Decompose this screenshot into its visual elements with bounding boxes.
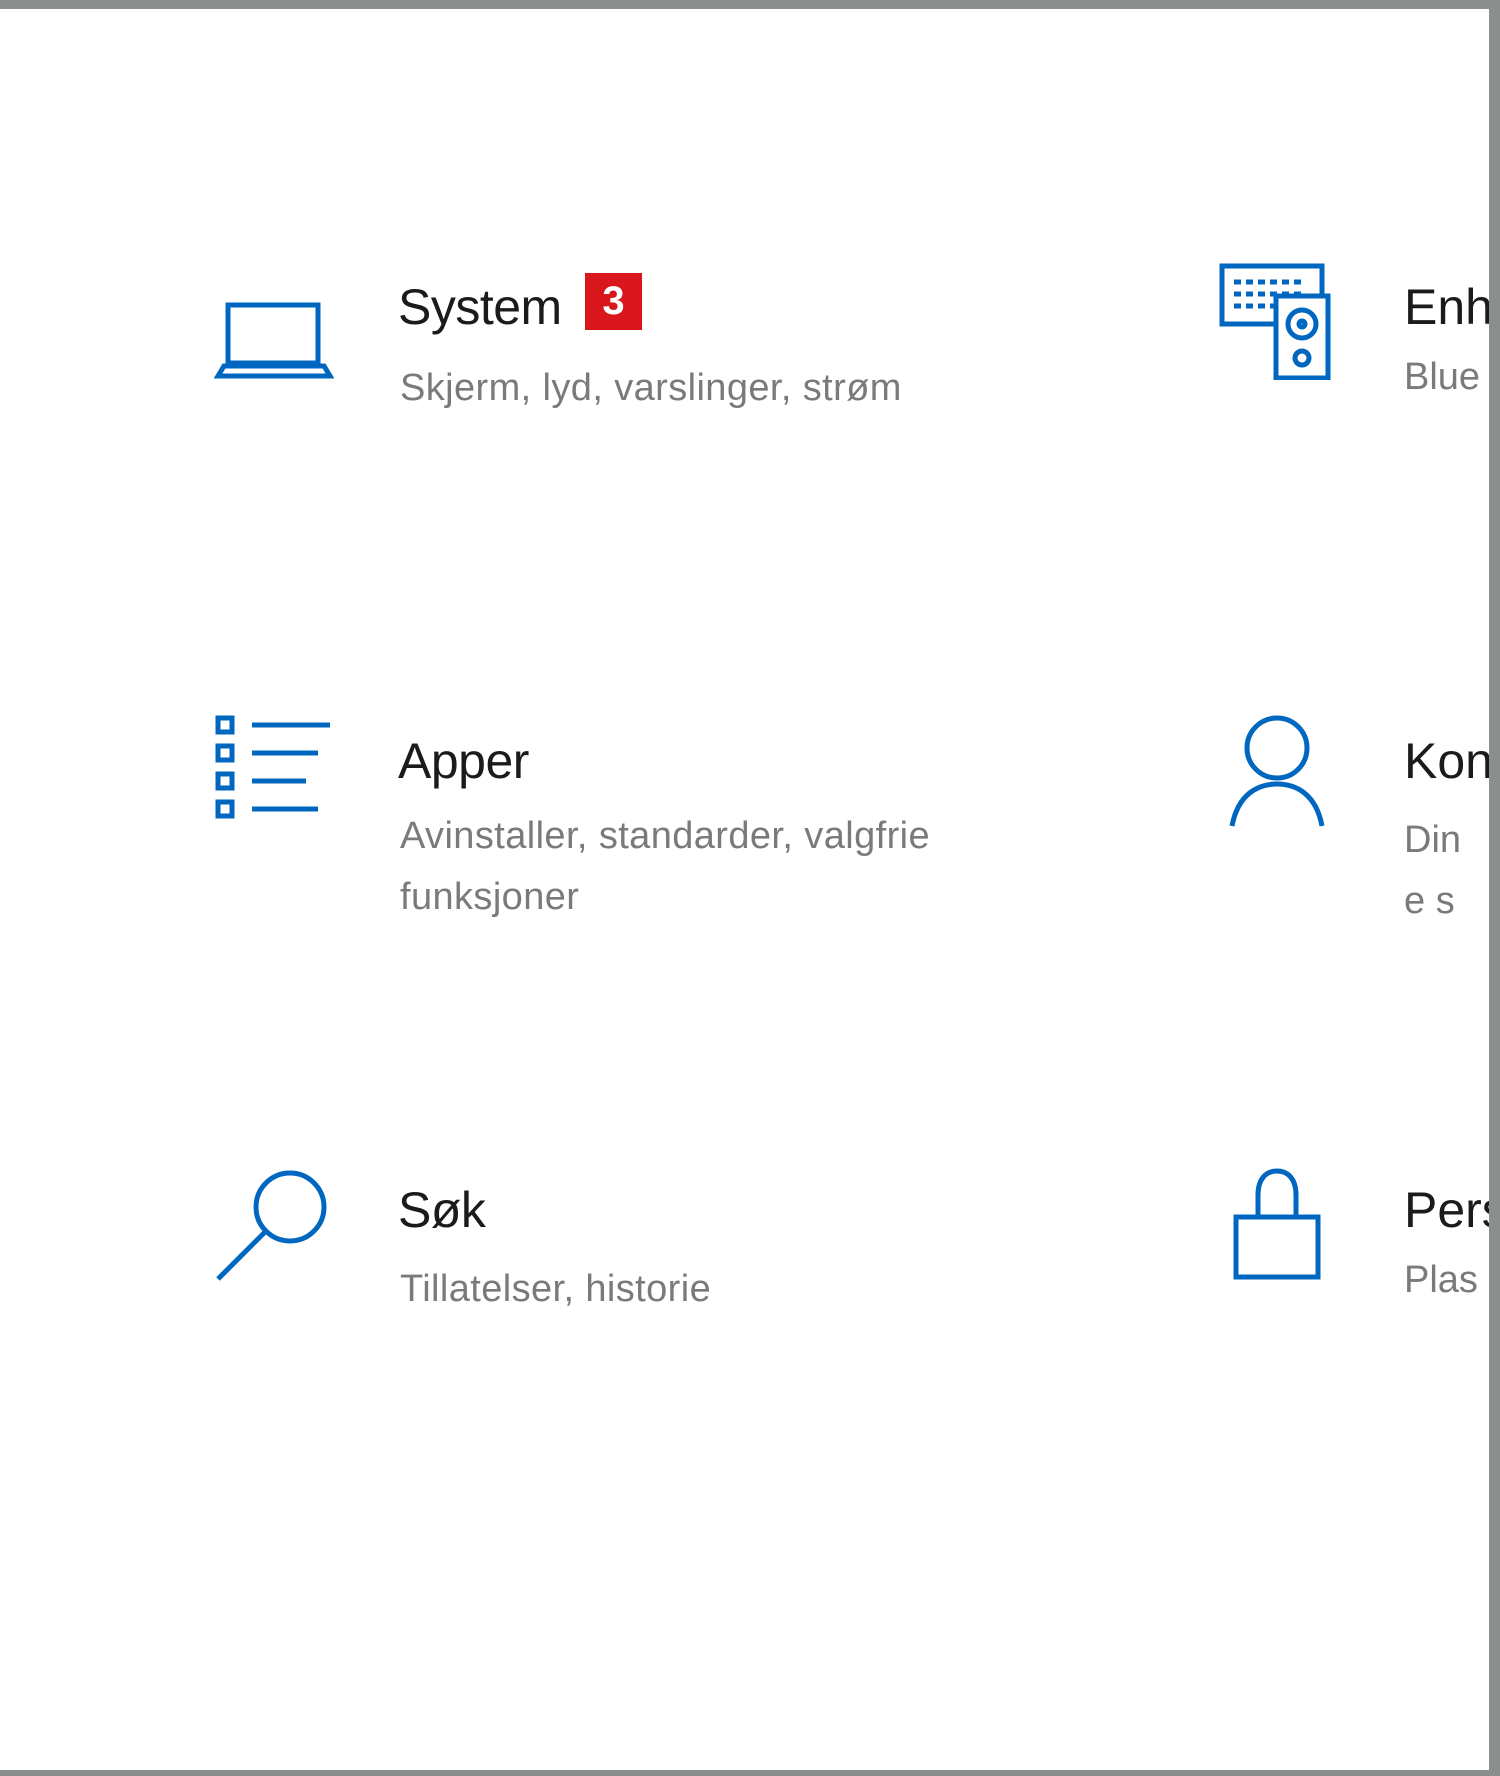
window-top-border [0,0,1500,9]
search-icon [214,1165,334,1285]
system-notification-badge: 3 [585,273,642,330]
tile-apps[interactable]: Apper Avinstaller, standarder, valgfrie … [214,714,1074,934]
apps-list-icon [214,714,334,834]
tile-accounts-title: Kon [1404,733,1493,789]
person-icon [1214,714,1334,834]
tile-system-description: Skjerm, lyd, varslinger, strøm [400,367,902,409]
tile-accounts-description: Dine synk [1404,819,1462,922]
tile-apps-title: Apper [398,733,529,789]
lock-icon [1214,1165,1334,1285]
tile-search[interactable]: Søk Tillatelser, historie [214,1165,1074,1335]
laptop-icon [214,280,334,400]
tile-search-title: Søk [398,1182,486,1238]
tile-search-description: Tillatelser, historie [400,1268,712,1310]
window-bottom-border [0,1770,1500,1776]
settings-window: System Skjerm, lyd, varslinger, strøm 3 … [0,0,1500,1776]
tile-apps-description: Avinstaller, standarder, valgfrie funksj… [400,815,931,918]
window-right-border [1489,0,1500,1776]
tile-privacy-description: Plas [1404,1259,1478,1301]
devices-icon [1214,260,1334,380]
tile-accounts[interactable]: Kon Dine synk [1214,714,1493,934]
tile-devices[interactable]: Enh Blue [1214,260,1493,420]
tile-privacy[interactable]: Pers Plas [1214,1165,1500,1335]
tile-privacy-title: Pers [1404,1182,1500,1238]
tile-devices-title: Enh [1404,279,1493,335]
tile-system[interactable]: System Skjerm, lyd, varslinger, strøm [214,260,1074,420]
tile-devices-description: Blue [1404,356,1481,398]
tile-system-title: System [398,279,562,335]
